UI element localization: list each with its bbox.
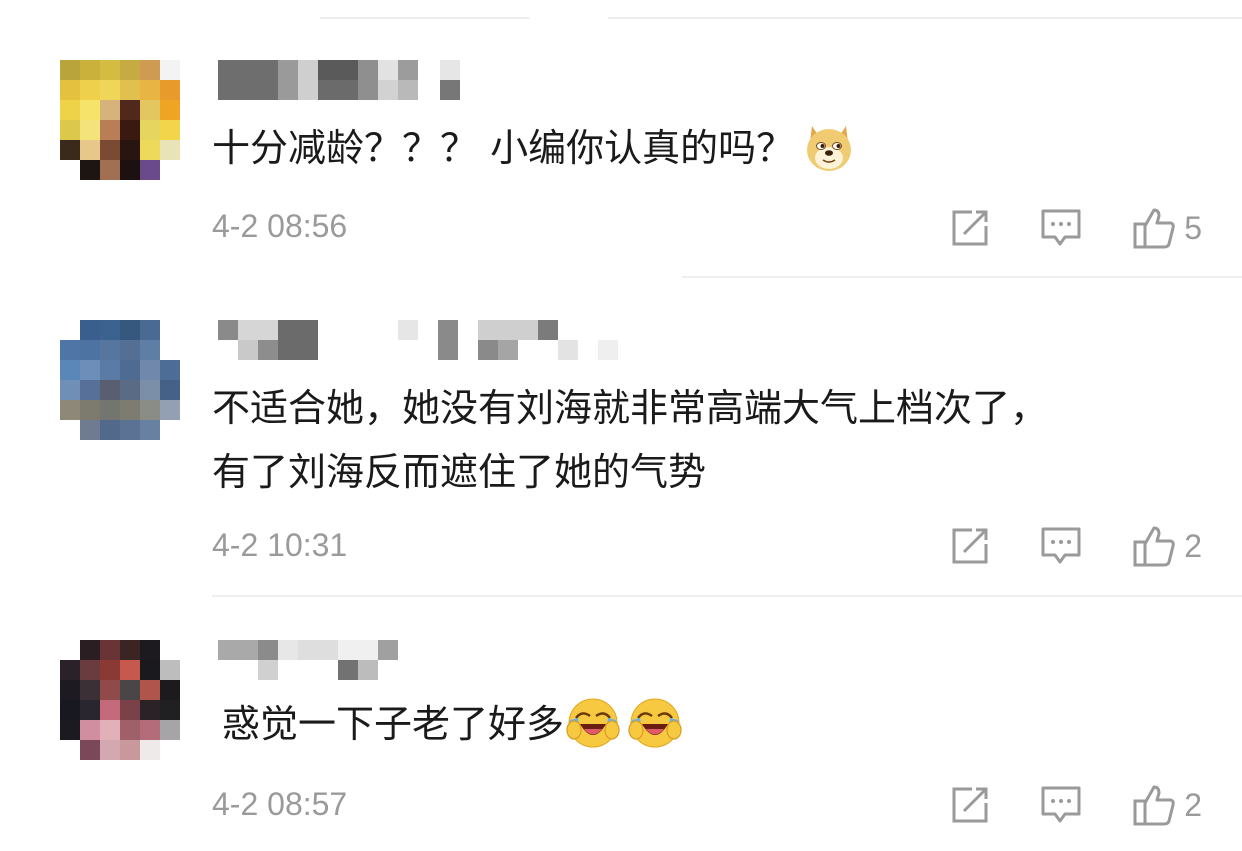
top-divider [608, 17, 1242, 19]
top-divider [320, 17, 530, 19]
repost-button[interactable] [950, 785, 990, 825]
avatar[interactable] [60, 60, 180, 180]
thumbs-up-icon [1133, 208, 1175, 249]
comment-text: 惑觉一下子老了好多 [222, 692, 682, 756]
reply-button[interactable] [1040, 785, 1082, 825]
pixelated-avatar-image [60, 60, 180, 180]
like-button[interactable]: 5 [1132, 206, 1202, 250]
avatar[interactable] [60, 640, 180, 760]
comment-timestamp: 4-2 10:31 [212, 527, 348, 563]
repost-button[interactable] [950, 208, 990, 248]
comment-divider [212, 595, 1242, 597]
comment-actions: 5 [900, 206, 1202, 250]
username-blurred[interactable] [218, 638, 478, 682]
comment-timestamp: 4-2 08:56 [212, 208, 348, 244]
comment-icon [1041, 209, 1081, 246]
comment-text: 不适合她，她没有刘海就非常高端大气上档次了， 有了刘海反而遮住了她的气势 [212, 376, 1048, 504]
comment-timestamp: 4-2 08:57 [212, 786, 348, 822]
comment-text-line: 有了刘海反而遮住了她的气势 [212, 450, 707, 494]
reply-button[interactable] [1040, 208, 1082, 248]
thumbs-up-icon [1133, 526, 1175, 567]
comment-icon [1041, 527, 1081, 564]
laugh-cry-emoji [566, 696, 620, 750]
repost-icon [952, 528, 988, 564]
username-blurred[interactable] [218, 318, 618, 362]
repost-icon [952, 210, 988, 246]
comment-icon [1041, 786, 1081, 823]
repost-icon [952, 787, 988, 823]
comment-text-line: 不适合她，她没有刘海就非常高端大气上档次了， [212, 386, 1049, 430]
comment-actions: 2 [900, 783, 1202, 827]
thumbs-up-icon [1133, 785, 1175, 826]
like-button[interactable]: 2 [1132, 524, 1202, 568]
like-button[interactable]: 2 [1132, 783, 1202, 827]
like-count: 5 [1184, 209, 1202, 246]
reply-button[interactable] [1040, 526, 1082, 566]
comment-text-content: 惑觉一下子老了好多 [222, 702, 565, 746]
like-count: 2 [1184, 527, 1202, 564]
avatar[interactable] [60, 320, 180, 440]
like-count: 2 [1184, 786, 1202, 823]
laugh-cry-emoji [628, 696, 682, 750]
comment-actions: 2 [900, 524, 1202, 568]
comment-text: 十分减龄？？？ 小编你认真的吗？ [212, 116, 856, 180]
username-blurred[interactable] [218, 58, 478, 102]
comment-text-content: 十分减龄？？？ 小编你认真的吗？ [212, 126, 795, 170]
comment-divider [682, 276, 1242, 278]
repost-button[interactable] [950, 526, 990, 566]
pixelated-avatar-image [60, 640, 180, 760]
pixelated-avatar-image [60, 320, 180, 440]
doge-emoji [802, 120, 856, 174]
